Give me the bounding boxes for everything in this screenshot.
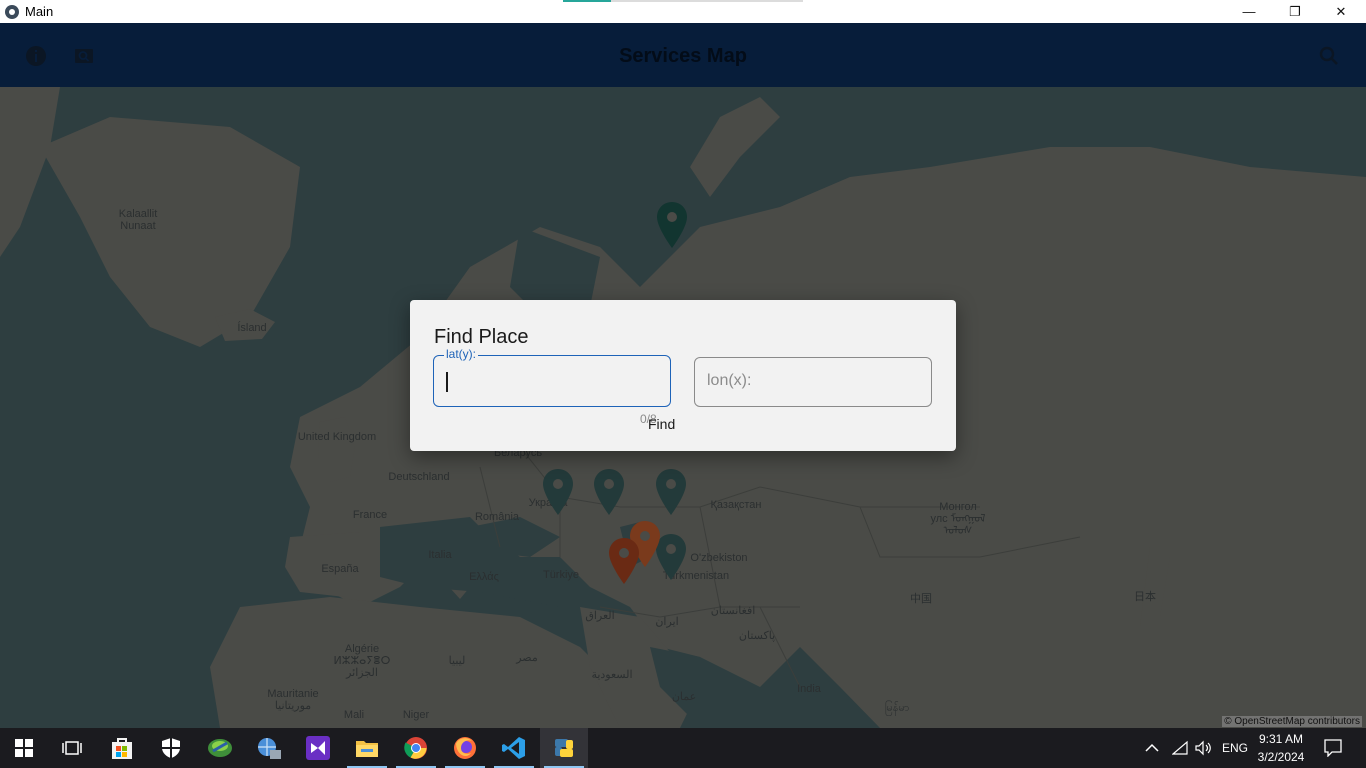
app-icon — [5, 4, 19, 19]
taskbar-idm[interactable] — [196, 728, 244, 768]
page-title: Services Map — [619, 45, 747, 67]
map-place-label: 中国 — [910, 593, 932, 605]
taskbar-file-explorer[interactable] — [343, 728, 391, 768]
clock-date: 3/2/2024 — [1257, 750, 1305, 764]
lat-label: lat(y): — [444, 347, 478, 361]
map-place-label: السعودية — [591, 669, 633, 681]
find-button[interactable]: Find — [648, 416, 675, 432]
python-icon — [555, 739, 573, 757]
close-button[interactable]: ✕ — [1318, 0, 1364, 23]
map-pin-icon[interactable] — [541, 468, 575, 516]
map-place-label: Algérie ⵍⵣⵣⴰⵢⴻⵔ الجزائر — [333, 643, 391, 679]
file-explorer-icon — [356, 741, 378, 757]
map-place-label: Ísland — [237, 322, 267, 334]
dialog-title: Find Place — [434, 326, 529, 348]
task-view-icon — [62, 741, 82, 755]
taskbar-chrome[interactable] — [392, 728, 440, 768]
loading-progress-bar — [563, 0, 803, 2]
maximize-button[interactable]: ❐ — [1272, 0, 1318, 23]
wifi-icon[interactable] — [1172, 740, 1188, 756]
clock[interactable]: 9:31 AM 3/2/2024 — [1250, 730, 1312, 766]
map-pin-icon[interactable] — [655, 201, 689, 249]
map-place-label: France — [352, 509, 388, 521]
volume-icon[interactable] — [1194, 740, 1212, 756]
clock-time: 9:31 AM — [1258, 732, 1304, 746]
map-place-label: 日本 — [1134, 591, 1156, 603]
map-place-label: Türkiye — [542, 569, 580, 581]
map-place-label: Ελλάς — [469, 571, 499, 583]
map-pin-icon[interactable] — [654, 468, 688, 516]
minimize-button[interactable]: — — [1226, 0, 1272, 23]
visual-studio-icon — [306, 736, 330, 760]
internet-download-manager-icon — [208, 739, 232, 757]
map-place-label: افغانستان — [710, 605, 756, 617]
lon-placeholder: lon(x): — [707, 372, 752, 389]
store-icon — [112, 738, 132, 759]
map-place-label: Deutschland — [388, 471, 450, 483]
firefox-icon — [454, 737, 476, 759]
chevron-up-icon[interactable] — [1144, 740, 1160, 756]
map-pin-icon[interactable] — [592, 468, 626, 516]
security-icon — [162, 738, 180, 758]
map-place-label: España — [321, 563, 359, 575]
taskbar-security[interactable] — [147, 728, 195, 768]
taskbar-firefox[interactable] — [441, 728, 489, 768]
window-titlebar: Main — ❐ ✕ — [0, 0, 1366, 23]
map-place-label: Kalaallit Nunaat — [118, 208, 158, 232]
lon-input[interactable]: lon(x): — [694, 357, 932, 407]
taskbar-store[interactable] — [98, 728, 146, 768]
map-place-label: မြန်မာ — [884, 702, 910, 714]
chrome-icon — [404, 737, 427, 759]
map-place-label: United Kingdom — [297, 431, 377, 443]
notifications-icon[interactable] — [1324, 739, 1342, 757]
map-place-label: Italia — [428, 549, 452, 561]
vscode-icon — [502, 737, 525, 759]
taskbar-network-tool[interactable] — [245, 728, 293, 768]
map-place-label: مصر — [516, 652, 538, 664]
map-place-label: O'zbekiston — [690, 552, 748, 564]
map-place-label: Монгол улс ᠮᠣᠩᠭᠣᠯ ᠤᠯᠤᠰ — [930, 501, 986, 537]
taskbar-vscode[interactable] — [490, 728, 538, 768]
map-place-label: India — [797, 683, 821, 695]
map-place-label: پاکستان — [738, 630, 776, 642]
start-button[interactable] — [0, 728, 48, 768]
map-place-label: عمان — [671, 691, 697, 703]
taskbar-python[interactable] — [540, 728, 588, 768]
system-tray: ENG — [1144, 728, 1248, 768]
search-icon[interactable] — [1318, 45, 1340, 67]
network-tool-icon — [258, 738, 281, 759]
map-place-label: ليبيا — [448, 655, 466, 667]
map-attribution[interactable]: © OpenStreetMap contributors — [1222, 716, 1362, 727]
start-icon — [15, 739, 33, 757]
window-title: Main — [25, 4, 54, 19]
windows-taskbar: ENG 9:31 AM 3/2/2024 — [0, 728, 1366, 768]
taskbar-visual-studio[interactable] — [294, 728, 342, 768]
task-view-button[interactable] — [48, 728, 96, 768]
map-place-label: Niger — [402, 709, 430, 721]
language-indicator[interactable]: ENG — [1222, 741, 1248, 755]
app-header: Services Map — [0, 23, 1366, 87]
find-place-dialog: Find Place lat(y): lon(x): 0/8 Find — [410, 300, 956, 451]
map-place-label: Қазақстан — [710, 499, 762, 511]
map-pin-icon[interactable] — [607, 537, 641, 585]
text-caret — [446, 372, 448, 392]
map-place-label: România — [474, 511, 520, 523]
map-place-label: ایران — [655, 616, 679, 628]
lat-input[interactable]: lat(y): — [433, 347, 671, 407]
